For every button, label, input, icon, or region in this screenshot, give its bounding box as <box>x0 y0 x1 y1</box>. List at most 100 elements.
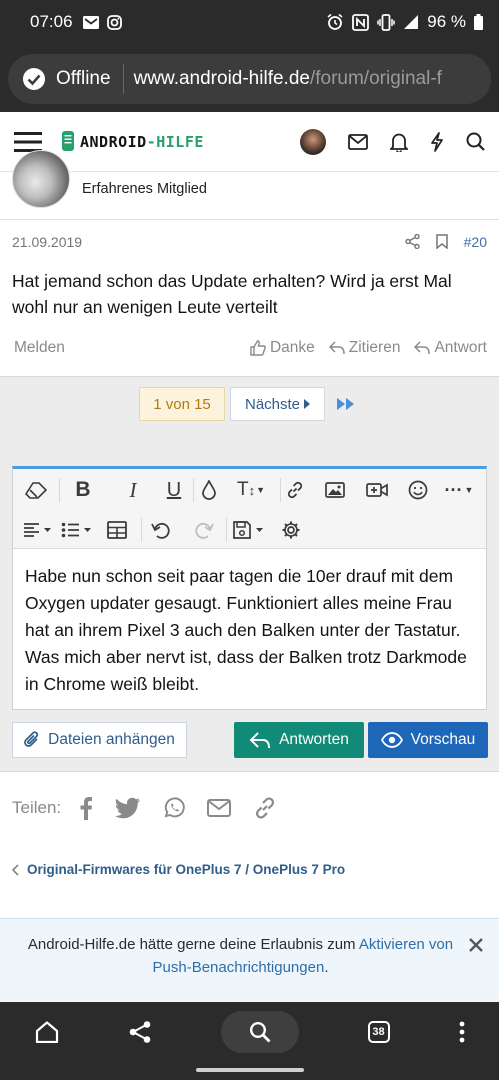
site-header: ANDROID-HILFE <box>0 112 499 172</box>
browser-toolbar: Offline www.android-hilfe.de/forum/origi… <box>0 44 499 112</box>
offline-label: Offline <box>56 68 111 89</box>
more-options-icon[interactable]: ··· ▼ <box>441 475 477 505</box>
email-share-icon[interactable] <box>207 799 232 817</box>
system-navigation-bar <box>0 1062 499 1080</box>
gesture-handle[interactable] <box>196 1068 304 1072</box>
notice-text-end: . <box>324 959 329 976</box>
facebook-icon[interactable] <box>79 796 93 820</box>
push-notification-notice: Android-Hilfe.de hätte gerne deine Erlau… <box>0 918 499 1002</box>
underline-icon[interactable]: U <box>162 475 186 505</box>
text-color-drop-icon[interactable] <box>197 475 221 505</box>
post-actions: Melden Danke Zitieren Antwort <box>0 330 499 366</box>
preview-label: Vorschau <box>410 731 476 748</box>
url-domain: www.android-hilfe.de <box>133 68 310 89</box>
reply-editor: B I U T ↕ ▼ ··· ▼ Habe nun schon seit paar … <box>12 466 487 710</box>
search-button[interactable] <box>220 1011 299 1053</box>
page-current-indicator[interactable]: 1 von 15 <box>139 387 225 421</box>
submit-reply-button[interactable]: Antworten <box>234 722 364 758</box>
search-icon[interactable] <box>466 132 485 151</box>
author-avatar[interactable] <box>12 150 70 208</box>
align-menu-icon[interactable] <box>21 515 55 545</box>
twitter-icon[interactable] <box>115 797 141 819</box>
insert-table-icon[interactable] <box>105 515 129 545</box>
address-bar[interactable]: Offline www.android-hilfe.de/forum/origi… <box>8 54 491 104</box>
post-body: Hat jemand schon das Update erhalten? Wi… <box>12 271 452 317</box>
drafts-menu-icon[interactable] <box>231 515 267 545</box>
quote-label: Zitieren <box>348 339 401 356</box>
tab-switcher-button[interactable]: 38 <box>367 1021 390 1043</box>
home-icon[interactable] <box>35 1021 59 1043</box>
chevron-left-icon <box>12 863 19 876</box>
close-icon[interactable] <box>469 935 483 958</box>
offline-indicator[interactable]: Offline <box>22 64 124 94</box>
paperclip-icon <box>24 731 39 747</box>
account-avatar[interactable] <box>300 128 326 155</box>
share-post-icon[interactable] <box>404 234 420 249</box>
overflow-menu-icon[interactable] <box>459 1021 465 1043</box>
battery-icon <box>474 14 483 30</box>
fast-forward-icon <box>337 398 354 410</box>
insert-smilie-icon[interactable] <box>406 475 430 505</box>
eye-icon <box>380 732 403 748</box>
breadcrumb-link[interactable]: Original-Firmwares für OnePlus 7 / OnePl… <box>27 862 345 877</box>
report-link[interactable]: Melden <box>14 339 65 357</box>
battery-percent: 96 % <box>427 12 466 31</box>
preview-button[interactable]: Vorschau <box>368 722 488 758</box>
reply-textarea[interactable]: Habe nun schon seit paar tagen die 10er … <box>13 549 486 712</box>
mail-notification-icon <box>82 15 99 29</box>
font-size-icon[interactable]: T ↕ ▼ <box>233 475 269 505</box>
notifications-bell-icon[interactable] <box>390 132 408 152</box>
url-text[interactable]: www.android-hilfe.de/forum/original-f <box>134 68 442 90</box>
breadcrumb[interactable]: Original-Firmwares für OnePlus 7 / OnePl… <box>12 862 345 877</box>
next-page-button[interactable]: Nächste <box>230 387 325 421</box>
thanks-button[interactable]: Danke <box>250 339 315 357</box>
android-robot-logo-icon <box>62 130 74 151</box>
notice-text: Android-Hilfe.de hätte gerne deine Erlau… <box>27 936 359 953</box>
url-path: /forum/original-f <box>309 68 442 89</box>
toolbar-separator <box>193 478 194 502</box>
reply-arrow-icon <box>414 341 431 355</box>
quick-reply: B I U T ↕ ▼ ··· ▼ Habe nun schon seit paar … <box>0 456 499 772</box>
whatsapp-icon[interactable] <box>163 797 185 819</box>
logo-android-text: ANDROID <box>80 132 147 151</box>
caret-right-icon <box>304 399 311 409</box>
insert-image-icon[interactable] <box>323 475 347 505</box>
toolbar-separator <box>280 478 281 502</box>
magnifier-icon <box>249 1021 270 1043</box>
clear-formatting-icon[interactable] <box>23 475 49 505</box>
bold-icon[interactable]: B <box>71 475 95 505</box>
instagram-notification-icon <box>106 14 122 30</box>
site-logo[interactable]: ANDROID-HILFE <box>60 129 204 155</box>
insert-media-icon[interactable] <box>365 475 389 505</box>
toolbar-separator <box>59 478 60 502</box>
bookmark-icon[interactable] <box>435 234 448 249</box>
reply-label: Antwort <box>434 339 487 356</box>
status-time: 07:06 <box>30 12 73 31</box>
undo-icon[interactable] <box>149 515 173 545</box>
logo-hilfe-text: -HILFE <box>146 132 204 151</box>
next-page-label: Nächste <box>244 395 301 413</box>
insert-link-icon[interactable] <box>283 475 307 505</box>
post-number-link[interactable]: #20 <box>464 234 487 250</box>
alarm-icon <box>327 13 343 30</box>
copy-link-icon[interactable] <box>253 796 277 820</box>
reply-icon <box>249 732 271 749</box>
list-menu-icon[interactable] <box>59 515 95 545</box>
attach-files-button[interactable]: Dateien anhängen <box>12 722 187 758</box>
thanks-label: Danke <box>269 339 315 356</box>
submit-reply-label: Antworten <box>279 731 349 748</box>
editor-toolbar: B I U T ↕ ▼ ··· ▼ <box>13 469 486 549</box>
share-icon[interactable] <box>128 1020 152 1044</box>
reply-button[interactable]: Antwort <box>414 339 487 357</box>
last-page-button[interactable] <box>336 387 356 421</box>
inbox-icon[interactable] <box>348 133 368 150</box>
attach-files-label: Dateien anhängen <box>48 731 175 748</box>
post-date[interactable]: 21.09.2019 <box>12 234 82 250</box>
settings-gear-icon[interactable] <box>279 515 303 545</box>
redo-icon[interactable] <box>192 515 216 545</box>
thumbs-up-icon <box>250 340 266 356</box>
quote-button[interactable]: Zitieren <box>328 339 401 357</box>
italic-icon[interactable]: I <box>121 475 145 505</box>
signal-icon <box>404 15 419 29</box>
whats-new-lightning-icon[interactable] <box>430 131 444 152</box>
